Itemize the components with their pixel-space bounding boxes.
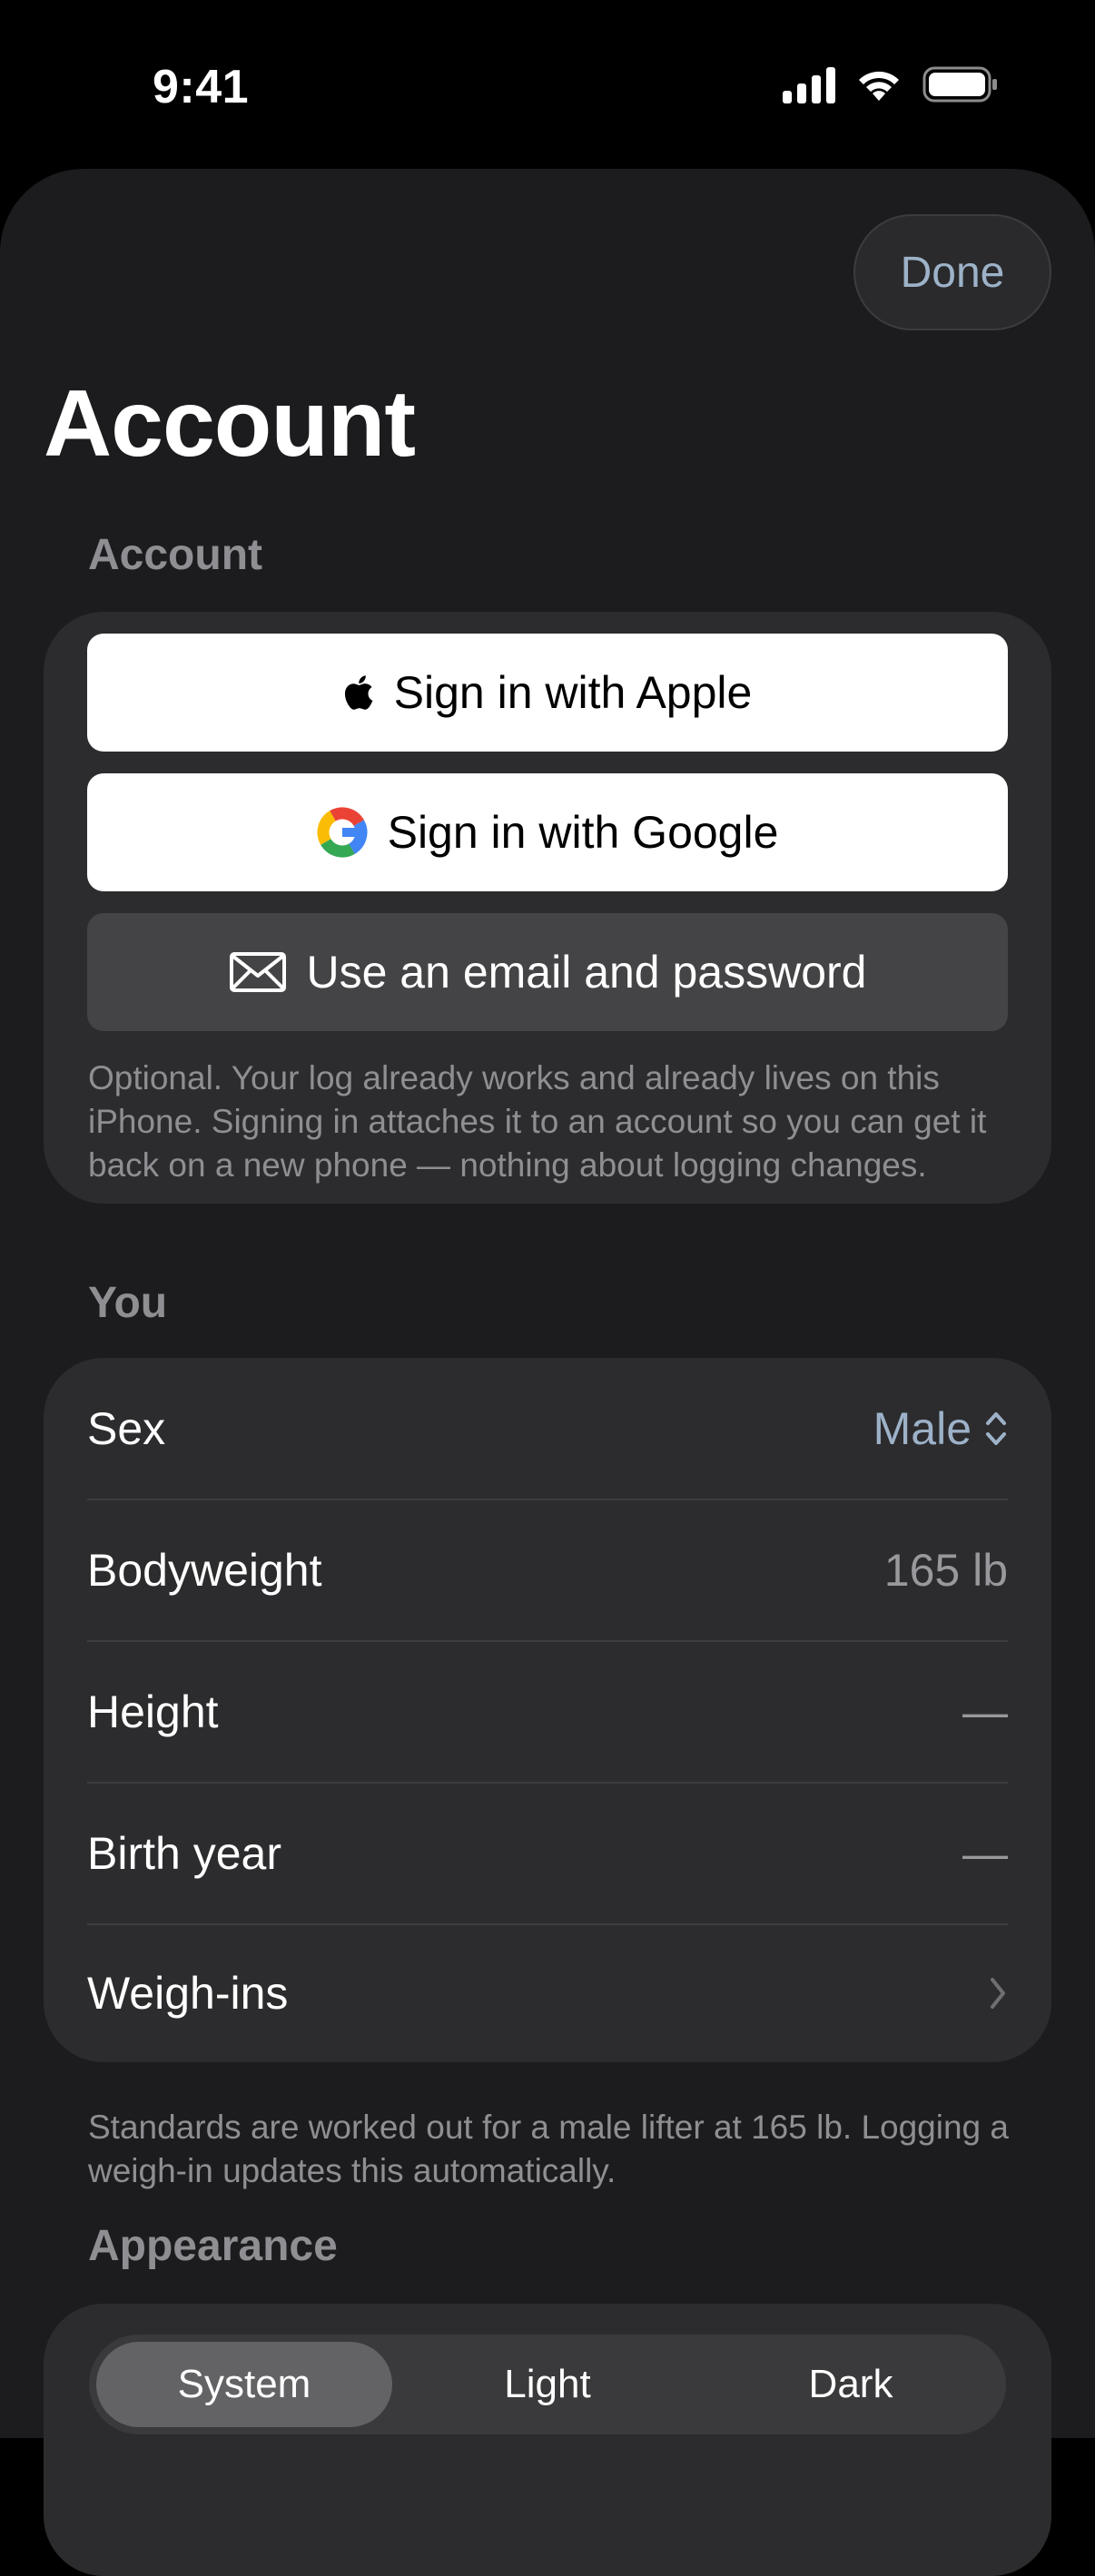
google-button-label: Sign in with Google <box>387 807 779 858</box>
status-bar: 9:41 <box>0 0 1095 168</box>
cellular-signal-icon <box>783 65 835 103</box>
account-footnote: Optional. Your log already works and alr… <box>88 1059 987 1184</box>
wifi-icon <box>855 66 903 103</box>
apple-button-label: Sign in with Apple <box>393 667 753 718</box>
row-value: — <box>962 1686 1008 1737</box>
appearance-segmented-control: System Light Dark <box>89 2335 1006 2434</box>
page-title: Account <box>44 371 416 477</box>
battery-icon <box>922 66 999 103</box>
row-bodyweight[interactable]: Bodyweight 165 lb <box>87 1499 1008 1641</box>
section-header-you: You <box>88 1279 168 1327</box>
account-sheet: Done Account Account Sign in with Apple … <box>0 169 1095 2576</box>
you-card: Sex Male Bodyweight 165 lb Height — Birt… <box>44 1358 1051 2062</box>
status-icons <box>783 65 999 103</box>
envelope-icon <box>229 952 286 992</box>
sign-in-with-apple-button[interactable]: Sign in with Apple <box>87 634 1008 752</box>
email-button-label: Use an email and password <box>306 947 867 998</box>
row-label: Birth year <box>87 1828 281 1879</box>
section-header-appearance: Appearance <box>88 2222 338 2270</box>
row-label: Sex <box>87 1403 166 1454</box>
row-value: Male <box>873 1403 972 1454</box>
section-header-account: Account <box>88 531 262 579</box>
row-sex[interactable]: Sex Male <box>87 1358 1008 1499</box>
apple-logo-icon <box>344 675 373 710</box>
done-button[interactable]: Done <box>853 214 1051 330</box>
row-label: Height <box>87 1686 219 1737</box>
appearance-card: System Light Dark <box>44 2304 1051 2576</box>
chevron-right-icon <box>991 1978 1005 2009</box>
email-password-button[interactable]: Use an email and password <box>87 913 1008 1031</box>
segment-system[interactable]: System <box>96 2342 392 2427</box>
google-logo-icon <box>317 807 368 858</box>
sign-in-with-google-button[interactable]: Sign in with Google <box>87 773 1008 891</box>
row-value: — <box>962 1828 1008 1879</box>
you-footnote: Standards are worked out for a male lift… <box>88 2109 1009 2189</box>
sex-picker[interactable]: Male <box>873 1402 1008 1455</box>
row-value: 165 lb <box>883 1545 1008 1596</box>
segment-dark[interactable]: Dark <box>703 2335 999 2434</box>
chevron-up-down-icon <box>986 1412 1006 1445</box>
row-weigh-ins[interactable]: Weigh-ins <box>87 1922 1008 2064</box>
row-label: Weigh-ins <box>87 1968 289 2019</box>
row-label: Bodyweight <box>87 1545 322 1596</box>
row-birth-year[interactable]: Birth year — <box>87 1783 1008 1924</box>
segment-light[interactable]: Light <box>400 2335 695 2434</box>
status-time: 9:41 <box>153 61 250 113</box>
row-height[interactable]: Height — <box>87 1641 1008 1783</box>
